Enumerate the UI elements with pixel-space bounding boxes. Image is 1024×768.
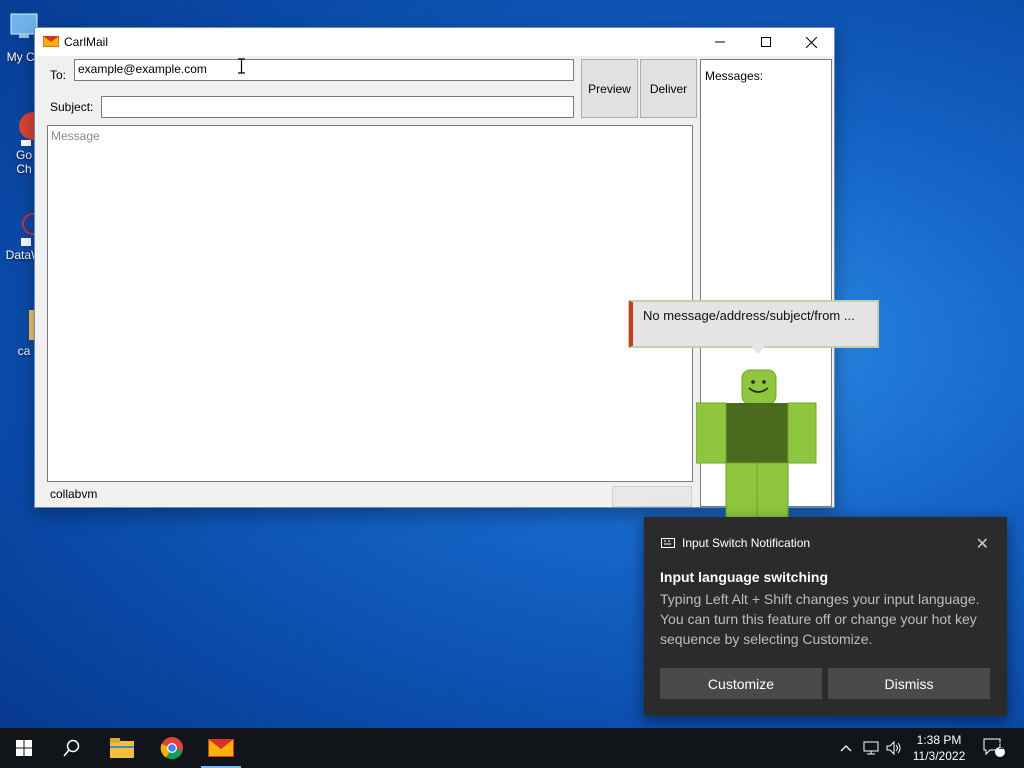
close-icon bbox=[805, 36, 817, 48]
dismiss-button[interactable]: Dismiss bbox=[828, 668, 990, 699]
taskbar-carlmail[interactable] bbox=[197, 728, 245, 768]
chrome-icon bbox=[160, 737, 183, 760]
message-placeholder: Message bbox=[51, 129, 100, 143]
clock-date: 11/3/2022 bbox=[912, 749, 966, 763]
status-progress bbox=[612, 486, 692, 507]
balloon-text: No message/address/subject/from ... bbox=[643, 308, 855, 323]
maximize-button[interactable] bbox=[743, 28, 789, 56]
taskbar-file-explorer[interactable] bbox=[98, 728, 146, 768]
network-button[interactable] bbox=[860, 728, 882, 768]
to-label: To: bbox=[50, 68, 67, 82]
customize-button[interactable]: Customize bbox=[660, 668, 822, 699]
assistant-character-icon[interactable] bbox=[696, 368, 818, 518]
maximize-icon bbox=[761, 37, 771, 47]
search-button[interactable] bbox=[48, 728, 96, 768]
input-switch-toast[interactable]: Input Switch Notification ✕ Input langua… bbox=[644, 517, 1007, 716]
toast-heading: Input language switching bbox=[660, 569, 828, 585]
start-button[interactable] bbox=[0, 728, 48, 768]
toast-close-icon[interactable]: ✕ bbox=[976, 534, 989, 554]
title-bar[interactable]: CarlMail bbox=[35, 28, 834, 56]
subject-field[interactable] bbox=[101, 96, 574, 118]
clock[interactable]: 1:38 PM 11/3/2022 bbox=[905, 732, 973, 764]
toast-app-name: Input Switch Notification bbox=[682, 536, 811, 550]
action-center-button[interactable]: 1 bbox=[978, 728, 1010, 768]
window-title: CarlMail bbox=[64, 35, 109, 49]
close-button[interactable] bbox=[788, 28, 834, 56]
notification-count: 1 bbox=[998, 741, 1004, 752]
toast-body: Typing Left Alt + Shift changes your inp… bbox=[660, 591, 980, 647]
keyboard-icon bbox=[661, 538, 675, 548]
status-text: collabvm bbox=[50, 487, 98, 501]
chevron-up-icon bbox=[840, 745, 852, 752]
message-field[interactable]: Message bbox=[47, 125, 693, 482]
carlmail-icon bbox=[43, 36, 59, 47]
show-hidden-icons-button[interactable] bbox=[836, 728, 856, 768]
file-explorer-icon bbox=[110, 738, 134, 758]
preview-button[interactable]: Preview bbox=[581, 59, 638, 118]
clock-time: 1:38 PM bbox=[916, 733, 962, 747]
to-field[interactable]: example@example.com bbox=[74, 59, 574, 81]
start-icon bbox=[16, 740, 32, 756]
messages-label: Messages: bbox=[705, 69, 764, 83]
volume-button[interactable] bbox=[883, 728, 905, 768]
subject-label: Subject: bbox=[50, 100, 94, 114]
network-icon bbox=[863, 741, 879, 755]
assistant-balloon[interactable]: No message/address/subject/from ... bbox=[629, 301, 878, 354]
taskbar-chrome[interactable] bbox=[148, 728, 196, 768]
text-cursor-icon bbox=[238, 58, 245, 74]
volume-icon bbox=[886, 741, 901, 755]
taskbar: 1:38 PM 11/3/2022 1 bbox=[0, 728, 1024, 768]
deliver-button[interactable]: Deliver bbox=[640, 59, 697, 118]
minimize-icon bbox=[715, 41, 725, 43]
search-icon bbox=[63, 739, 80, 757]
carlmail-icon bbox=[208, 739, 234, 757]
balloon-tail bbox=[751, 346, 765, 354]
minimize-button[interactable] bbox=[697, 28, 743, 56]
